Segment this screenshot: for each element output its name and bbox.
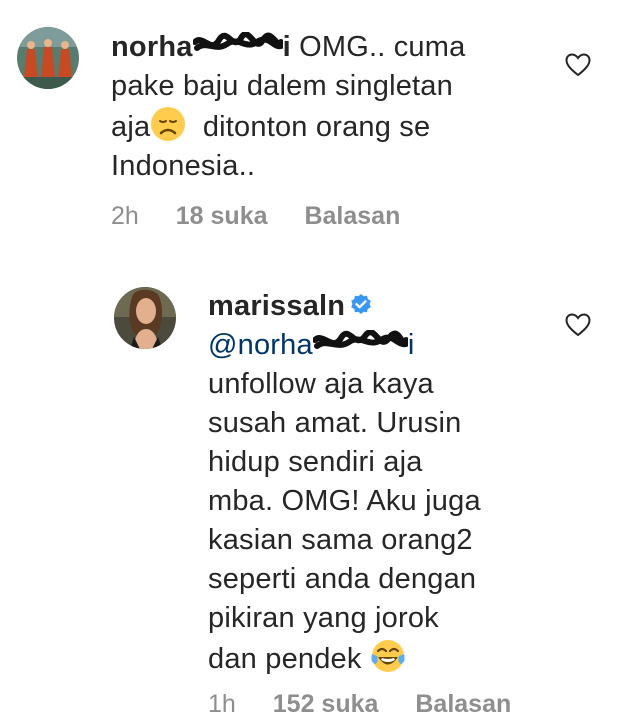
censored-redaction (192, 28, 283, 56)
mention-visible-part: @norha (208, 329, 313, 361)
comment-timestamp: 2h (111, 202, 139, 230)
reply-text-line: hidup sendiri aja (208, 446, 423, 478)
comment-username[interactable]: marissaln (208, 290, 345, 322)
username-visible-end: i (282, 31, 291, 63)
reply-text-line: mba. OMG! Aku juga (208, 485, 481, 517)
like-heart-icon[interactable] (565, 313, 591, 337)
reply-text-line: unfollow aja kaya (208, 368, 434, 400)
comment-text-line-4: Indonesia.. (111, 150, 256, 182)
likes-count-link[interactable]: 152 suka (273, 690, 379, 719)
likes-count-link[interactable]: 18 suka (176, 202, 268, 231)
avatar-image (17, 27, 79, 89)
reply-text-line: dan pendek (208, 643, 362, 675)
reply-text-line: kasian sama orang2 (208, 524, 473, 556)
avatar[interactable] (114, 287, 176, 349)
username-visible-part: norha (111, 31, 193, 63)
reply-body: marissaln @norha i unfollow aja kaya susa… (208, 287, 568, 679)
reply-button[interactable]: Balasan (415, 690, 511, 719)
comment-body: norha i OMG.. cuma pake baju dalem single… (111, 28, 511, 186)
avatar[interactable] (17, 27, 79, 89)
reply-text-line: pikiran yang jorok (208, 602, 439, 634)
reply-meta: 1h 152 suka Balasan (208, 690, 541, 719)
face-with-tears-of-joy-emoji (371, 640, 405, 672)
comment-meta: 2h 18 suka Balasan (111, 202, 430, 231)
reply-text-line: susah amat. Urusin (208, 407, 462, 439)
disappointed-face-emoji (151, 107, 186, 141)
comment-text-line-1: OMG.. cuma (299, 31, 466, 63)
avatar-image (114, 287, 176, 349)
mention-link[interactable]: @norha i (208, 329, 414, 361)
comment-text-line-3-start: aja (111, 111, 151, 143)
comment-text-line-2: pake baju dalem singletan (111, 70, 453, 102)
reply-text-line: seperti anda dengan (208, 563, 477, 595)
reply-button[interactable]: Balasan (304, 202, 400, 231)
comment-timestamp: 1h (208, 690, 236, 718)
mention-visible-end: i (407, 329, 415, 361)
comment-text-line-3-end: ditonton orang se (202, 111, 431, 143)
like-heart-icon[interactable] (565, 53, 591, 77)
verified-badge-icon (351, 294, 372, 314)
comment-username[interactable]: norha i (111, 31, 291, 63)
censored-redaction (312, 326, 408, 354)
